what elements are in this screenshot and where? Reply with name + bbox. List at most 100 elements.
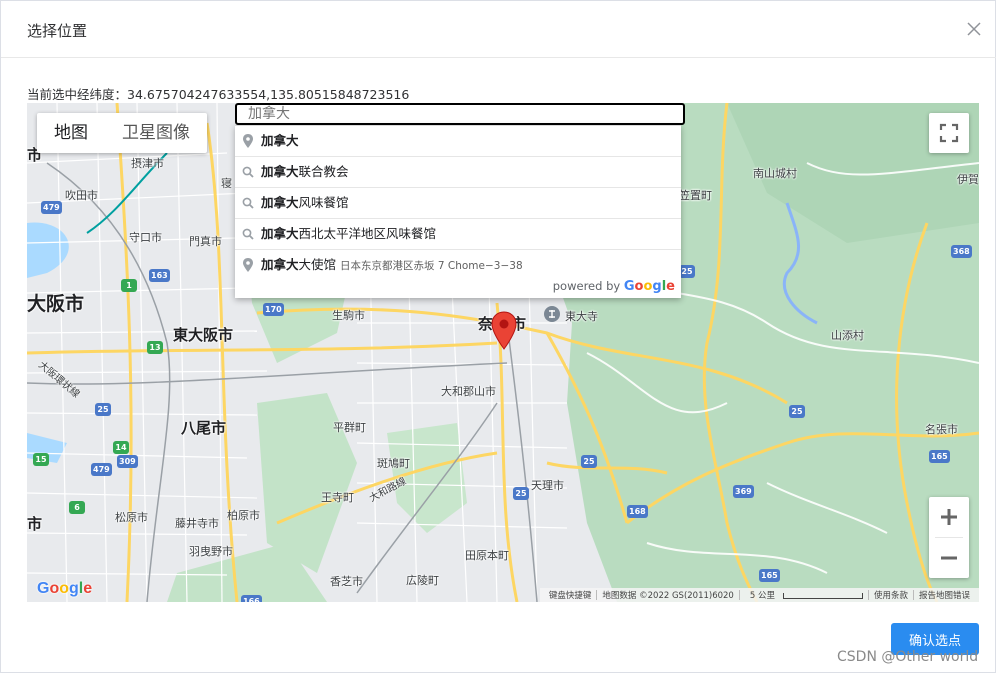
map-label-koryo: 広陵町 (406, 574, 439, 587)
search-icon (242, 228, 254, 240)
route-shield: 15 (33, 453, 49, 466)
route-shield: 165 (929, 450, 950, 463)
dialog-header: 选择位置 (1, 1, 996, 58)
autocomplete-dropdown: 加拿大 加拿大联合教会 加拿大风味餐馆 加拿大西北太平洋地区风味餐馆 加拿大大使… (235, 125, 681, 298)
autocomplete-match: 加拿大 (261, 133, 299, 148)
autocomplete-match: 加拿大 (261, 257, 299, 272)
route-shield: 25 (789, 405, 805, 418)
route-shield: 25 (581, 455, 597, 468)
powered-by-google: powered by Google (553, 279, 675, 294)
dialog-title: 选择位置 (27, 22, 88, 40)
map-data-text: 地图数据 ©2022 GS(2011)6020 (602, 591, 734, 601)
autocomplete-item[interactable]: 加拿大西北太平洋地区风味餐馆 (235, 219, 681, 250)
place-search-input[interactable] (235, 103, 685, 125)
map-type-roadmap-button[interactable]: 地图 (37, 113, 105, 153)
autocomplete-item[interactable]: 加拿大风味餐馆 (235, 188, 681, 219)
search-icon (242, 166, 254, 178)
map-label-kashiba: 香芝市 (330, 575, 363, 588)
google-map[interactable]: 大阪市 東大阪市 八尾市 奈 市 市 市 摂津市 吹田市 守口市 門真市 寝 生… (27, 103, 979, 602)
map-label-habikino: 羽曳野市 (189, 545, 233, 558)
route-shield: 170 (263, 303, 284, 316)
map-label-oji: 王寺町 (321, 491, 354, 504)
map-label-yao: 八尾市 (181, 419, 227, 437)
map-label-yamatokoriyama: 大和郡山市 (441, 385, 496, 398)
route-shield: 166 (241, 595, 262, 602)
fullscreen-icon (939, 123, 959, 143)
map-label-kasagi: 笠置町 (679, 189, 712, 202)
zoom-control (929, 497, 969, 578)
map-label-kadoma: 門真市 (189, 235, 222, 248)
autocomplete-item[interactable]: 加拿大联合教会 (235, 157, 681, 188)
map-label-ikoma: 生駒市 (332, 309, 365, 322)
map-label-minamiyamashiro: 南山城村 (753, 167, 797, 180)
search-icon (242, 197, 254, 209)
route-shield: 479 (41, 201, 62, 214)
autocomplete-secondary: 日本东京都港区赤坂 7 Chome−3−38 (340, 260, 523, 272)
autocomplete-match: 加拿大 (261, 164, 299, 179)
map-label-matsubara: 松原市 (115, 511, 148, 524)
temple-icon (544, 306, 560, 322)
google-brand: Google (623, 279, 675, 294)
map-label-tawaramoto: 田原本町 (465, 549, 509, 562)
route-shield: 14 (113, 441, 129, 454)
route-shield: 6 (69, 501, 85, 514)
autocomplete-rest: 西北太平洋地区风味餐馆 (298, 226, 437, 241)
map-type-control: 地图 卫星图像 (37, 113, 207, 153)
autocomplete-item[interactable]: 加拿大大使馆 日本东京都港区赤坂 7 Chome−3−38 (235, 250, 681, 281)
location-marker-icon[interactable] (491, 311, 517, 351)
route-shield: 1 (121, 279, 137, 292)
autocomplete-match: 加拿大 (261, 226, 299, 241)
google-logo[interactable]: Google (37, 580, 92, 598)
map-label-neyagawa: 寝 (221, 177, 232, 190)
route-shield: 25 (513, 487, 529, 500)
map-label-suita: 吹田市 (65, 189, 98, 202)
route-shield: 368 (951, 245, 972, 258)
route-shield: 13 (147, 341, 163, 354)
map-label-tenri: 天理市 (531, 479, 564, 492)
plus-icon (941, 509, 957, 525)
pin-icon (243, 258, 253, 272)
map-label-yamazoe: 山添村 (831, 329, 864, 342)
map-label-kashiwara: 柏原市 (227, 509, 260, 522)
map-label-higashiosaka: 東大阪市 (173, 326, 234, 344)
route-shield: 163 (149, 269, 170, 282)
map-label-iga: 伊賀 (957, 173, 979, 186)
report-error-link[interactable]: 报告地图错误 (914, 589, 975, 601)
autocomplete-match: 加拿大 (261, 195, 299, 210)
autocomplete-rest: 联合教会 (298, 164, 349, 179)
csdn-watermark: CSDN @Other world (837, 649, 979, 665)
terms-link[interactable]: 使用条款 (869, 589, 913, 601)
map-label-todaiji: 東大寺 (565, 310, 598, 323)
map-label-city-left-2: 市 (27, 515, 43, 533)
map-label-moriguchi: 守口市 (129, 231, 162, 244)
scale-bar (782, 592, 863, 599)
keyboard-shortcuts-link[interactable]: 键盘快捷键 (544, 589, 597, 601)
map-label-fujiidera: 藤井寺市 (175, 517, 219, 530)
map-label-heguri: 平群町 (333, 421, 366, 434)
location-picker-dialog: 选择位置 当前选中经纬度：34.675704247633554,135.8051… (0, 0, 996, 673)
map-label-ikaruga: 斑鳩町 (377, 457, 410, 470)
route-shield: 309 (117, 455, 138, 468)
zoom-in-button[interactable] (929, 497, 969, 537)
route-shield: 25 (679, 265, 695, 278)
autocomplete-item[interactable]: 加拿大 (235, 126, 681, 157)
fullscreen-button[interactable] (929, 113, 969, 153)
route-shield: 369 (733, 485, 754, 498)
close-icon[interactable] (964, 19, 984, 39)
powered-by-text: powered by (552, 279, 621, 293)
map-label-osaka: 大阪市 (27, 293, 85, 315)
map-label-nabari: 名張市 (925, 423, 958, 436)
map-attribution: 键盘快捷键 地图数据 ©2022 GS(2011)6020 5 公里 使用条款 … (539, 588, 979, 602)
autocomplete-rest: 风味餐馆 (298, 195, 349, 210)
scale-label: 5 公里 (749, 591, 775, 601)
selected-coordinates: 当前选中经纬度：34.675704247633554,135.805158487… (27, 87, 410, 102)
zoom-out-button[interactable] (929, 538, 969, 578)
map-type-satellite-button[interactable]: 卫星图像 (105, 113, 207, 153)
route-shield: 479 (91, 463, 112, 476)
scale-control[interactable]: 5 公里 (740, 589, 868, 601)
minus-icon (941, 556, 957, 560)
pin-icon (243, 134, 253, 148)
route-shield: 165 (759, 569, 780, 582)
autocomplete-rest: 大使馆 (298, 257, 337, 272)
route-shield: 25 (95, 403, 111, 416)
